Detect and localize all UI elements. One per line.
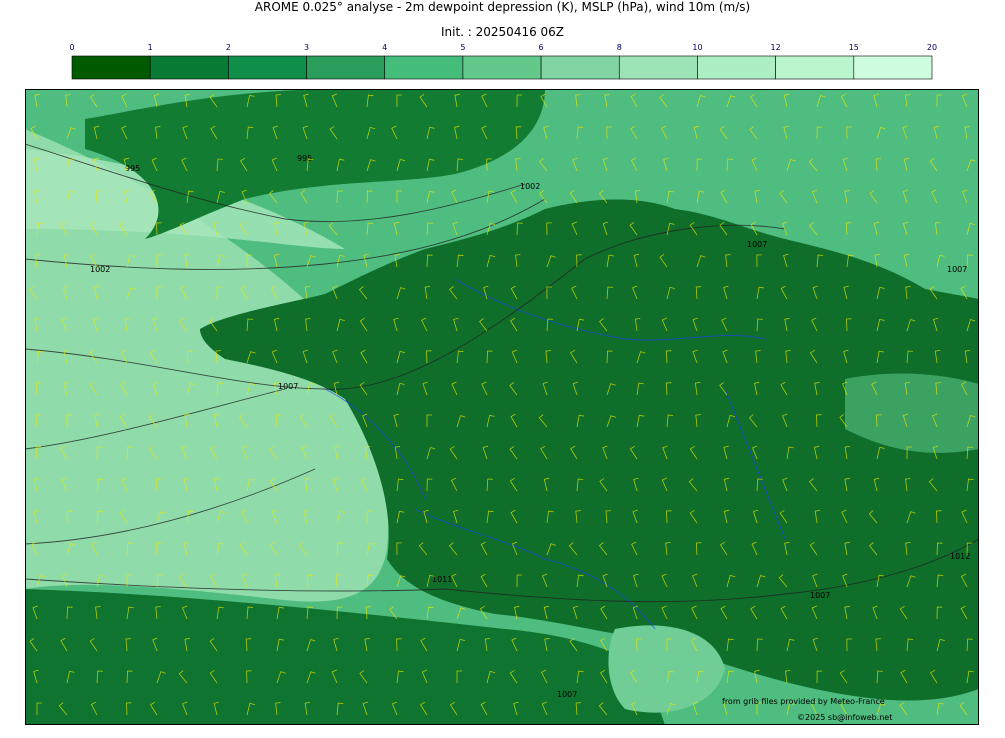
isobar-label: 1007	[557, 690, 577, 699]
isobar-label: 1002	[520, 182, 540, 191]
colorbar-tick-label: 15	[849, 43, 859, 52]
isobar-label: 1007	[747, 240, 767, 249]
colorbar-tick-label: 0	[69, 43, 74, 52]
colorbar-tick-label: 4	[382, 43, 387, 52]
isobar-label: 1011	[432, 575, 452, 584]
colorbar-segment	[462, 55, 542, 80]
isobar-label: 995	[297, 154, 312, 163]
colorbar-segment	[540, 55, 620, 80]
colorbar-segment	[228, 55, 307, 80]
colorbar-tick-label: 1	[148, 43, 153, 52]
colorbar-segment	[384, 55, 464, 80]
copyright-credit: ©2025 sb@infoweb.net	[797, 713, 893, 722]
isobar-label: 1007	[810, 591, 830, 600]
colorbar-segment	[775, 55, 855, 80]
colorbar-tick-label: 3	[304, 43, 309, 52]
colorbar-segment	[71, 55, 151, 80]
colorbar-segment	[306, 55, 386, 80]
data-source-credit: from grib files provided by Meteo-France	[722, 697, 885, 706]
colorbar: 0 1 2 3 4 5 6 8 10 12 15 20	[69, 43, 937, 80]
colorbar-tick-label: 2	[226, 43, 231, 52]
colorbar-segment	[697, 55, 776, 80]
colorbar-tick-label: 6	[539, 43, 544, 52]
isobar-label: 995	[125, 164, 140, 173]
colorbar-tick-label: 12	[771, 43, 781, 52]
colorbar-segment	[853, 55, 933, 80]
isobar-label: 1007	[947, 265, 967, 274]
colorbar-tick-label: 5	[460, 43, 465, 52]
colorbar-tick-label: 10	[692, 43, 702, 52]
weather-map: 995 995 1002 1002 1007 1007 1007 1007 10…	[25, 89, 979, 725]
isobar-label: 1007	[278, 382, 298, 391]
colorbar-tick-label: 8	[617, 43, 622, 52]
colorbar-tick-label: 20	[927, 43, 937, 52]
colorbar-segment	[149, 55, 229, 80]
colorbar-segment	[618, 55, 698, 80]
